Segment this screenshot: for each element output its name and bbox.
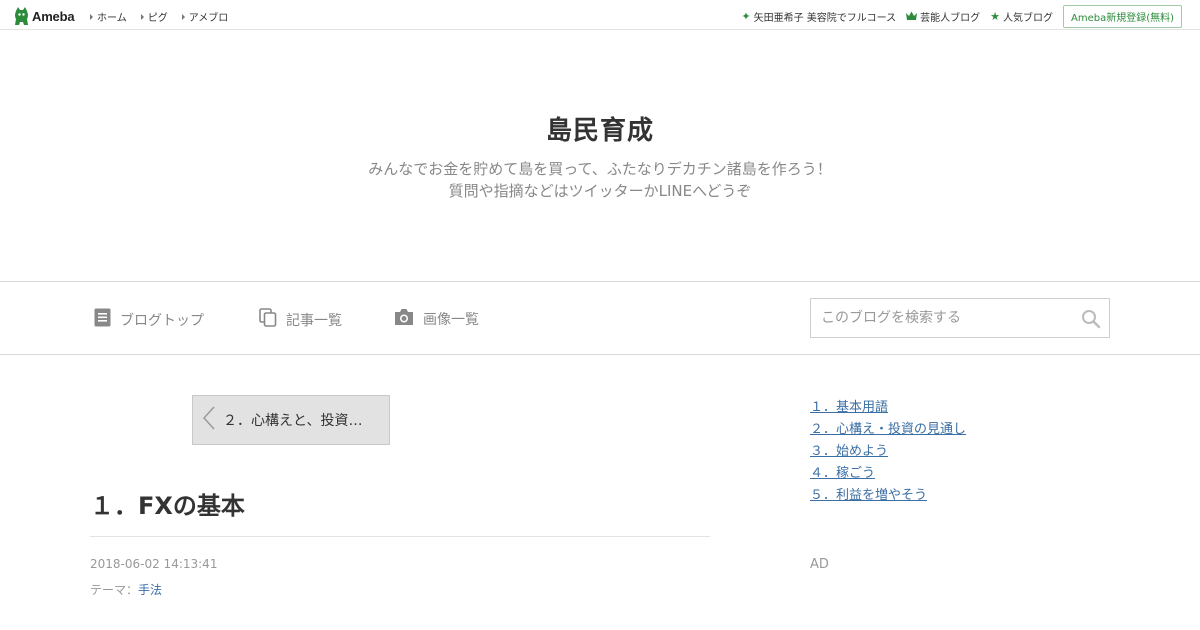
blog-top-label: ブログトップ (120, 312, 204, 329)
blog-nav: ブログトップ 記事一覧 画像一覧 (0, 281, 1200, 355)
sidebar-link[interactable]: ５．利益を増やそう (810, 485, 966, 507)
triangle-right-icon (181, 13, 185, 20)
copy-icon (259, 308, 286, 331)
blog-search (810, 298, 1110, 338)
global-nav-label: アメブロ (188, 13, 229, 24)
global-nav-label: ピグ (147, 13, 168, 24)
previous-entry-button[interactable]: ２．心構えと、投資の見通し (192, 395, 390, 445)
global-nav-home[interactable]: ホーム (90, 9, 127, 24)
global-right-links: ✦ 矢田亜希子 美容院でフルコース 芸能人ブログ ★ 人気ブログ Ameba新規… (741, 5, 1182, 28)
triangle-right-icon (90, 13, 93, 20)
logo-text: Ameba (32, 8, 75, 24)
document-icon (94, 308, 120, 331)
entry-list-label: 記事一覧 (286, 312, 342, 329)
celebrity-blog-link[interactable]: 芸能人ブログ (906, 9, 980, 24)
blog-description-line: みんなでお金を貯めて島を買って、ふたなりデカチン諸島を作ろう！ (368, 160, 832, 178)
image-list-link[interactable]: 画像一覧 (394, 308, 479, 330)
sidebar-link-list: １．基本用語 ２．心構え・投資の見通し ３．始めよう ４．稼ごう ５．利益を増や… (810, 397, 966, 507)
crown-icon (906, 10, 918, 23)
global-header: Ameba ホーム ピグ アメブロ ✦ 矢田亜希子 美容院でフルコース 芸能人ブ… (0, 0, 1200, 30)
entry-theme: テーマ：手法 (90, 581, 162, 598)
popular-blog-link[interactable]: ★ 人気ブログ (990, 9, 1053, 24)
previous-entry-label: ２．心構えと、投資の見通し (223, 413, 363, 429)
blog-top-link[interactable]: ブログトップ (94, 308, 204, 331)
entry-title[interactable]: １．FXの基本 (90, 486, 245, 521)
trending-topic-label: 矢田亜希子 美容院でフルコース (753, 13, 897, 24)
blog-title[interactable]: 島民育成 (0, 110, 1200, 147)
sidebar-link[interactable]: ２．心構え・投資の見通し (810, 419, 966, 441)
popular-blog-label: 人気ブログ (1002, 13, 1053, 24)
image-list-label: 画像一覧 (423, 312, 479, 328)
search-input[interactable] (811, 299, 1071, 337)
global-nav-pigg[interactable]: ピグ (140, 9, 168, 24)
divider (90, 536, 710, 537)
blog-description: みんなでお金を貯めて島を買って、ふたなりデカチン諸島を作ろう！ 質問や指摘などは… (0, 158, 1200, 202)
global-nav: ホーム ピグ アメブロ (90, 9, 242, 24)
camera-icon (394, 308, 423, 330)
ameba-mascot-icon (14, 7, 29, 25)
entry-list-link[interactable]: 記事一覧 (259, 308, 342, 331)
theme-prefix: テーマ： (90, 583, 139, 597)
signup-button[interactable]: Ameba新規登録(無料) (1062, 5, 1182, 28)
theme-link[interactable]: 手法 (138, 583, 162, 597)
sidebar-link[interactable]: ４．稼ごう (810, 463, 966, 485)
global-nav-ameblo[interactable]: アメブロ (181, 9, 229, 24)
triangle-right-icon (140, 13, 144, 20)
celebrity-blog-label: 芸能人ブログ (920, 13, 981, 24)
trending-topic-link[interactable]: ✦ 矢田亜希子 美容院でフルコース (741, 9, 896, 24)
ad-label: AD (810, 557, 829, 572)
star-icon: ★ (990, 10, 1000, 23)
chevron-left-icon (202, 406, 215, 434)
entry-date: 2018-06-02 14:13:41 (90, 557, 218, 571)
search-icon[interactable] (1081, 309, 1101, 329)
sidebar-link[interactable]: ３．始めよう (810, 441, 966, 463)
global-nav-label: ホーム (97, 13, 127, 24)
sidebar-link[interactable]: １．基本用語 (810, 397, 966, 419)
blog-description-line: 質問や指摘などはツイッターかLINEへどうぞ (448, 182, 752, 200)
sparkle-icon: ✦ (741, 10, 751, 23)
ameba-logo[interactable]: Ameba (14, 6, 75, 26)
